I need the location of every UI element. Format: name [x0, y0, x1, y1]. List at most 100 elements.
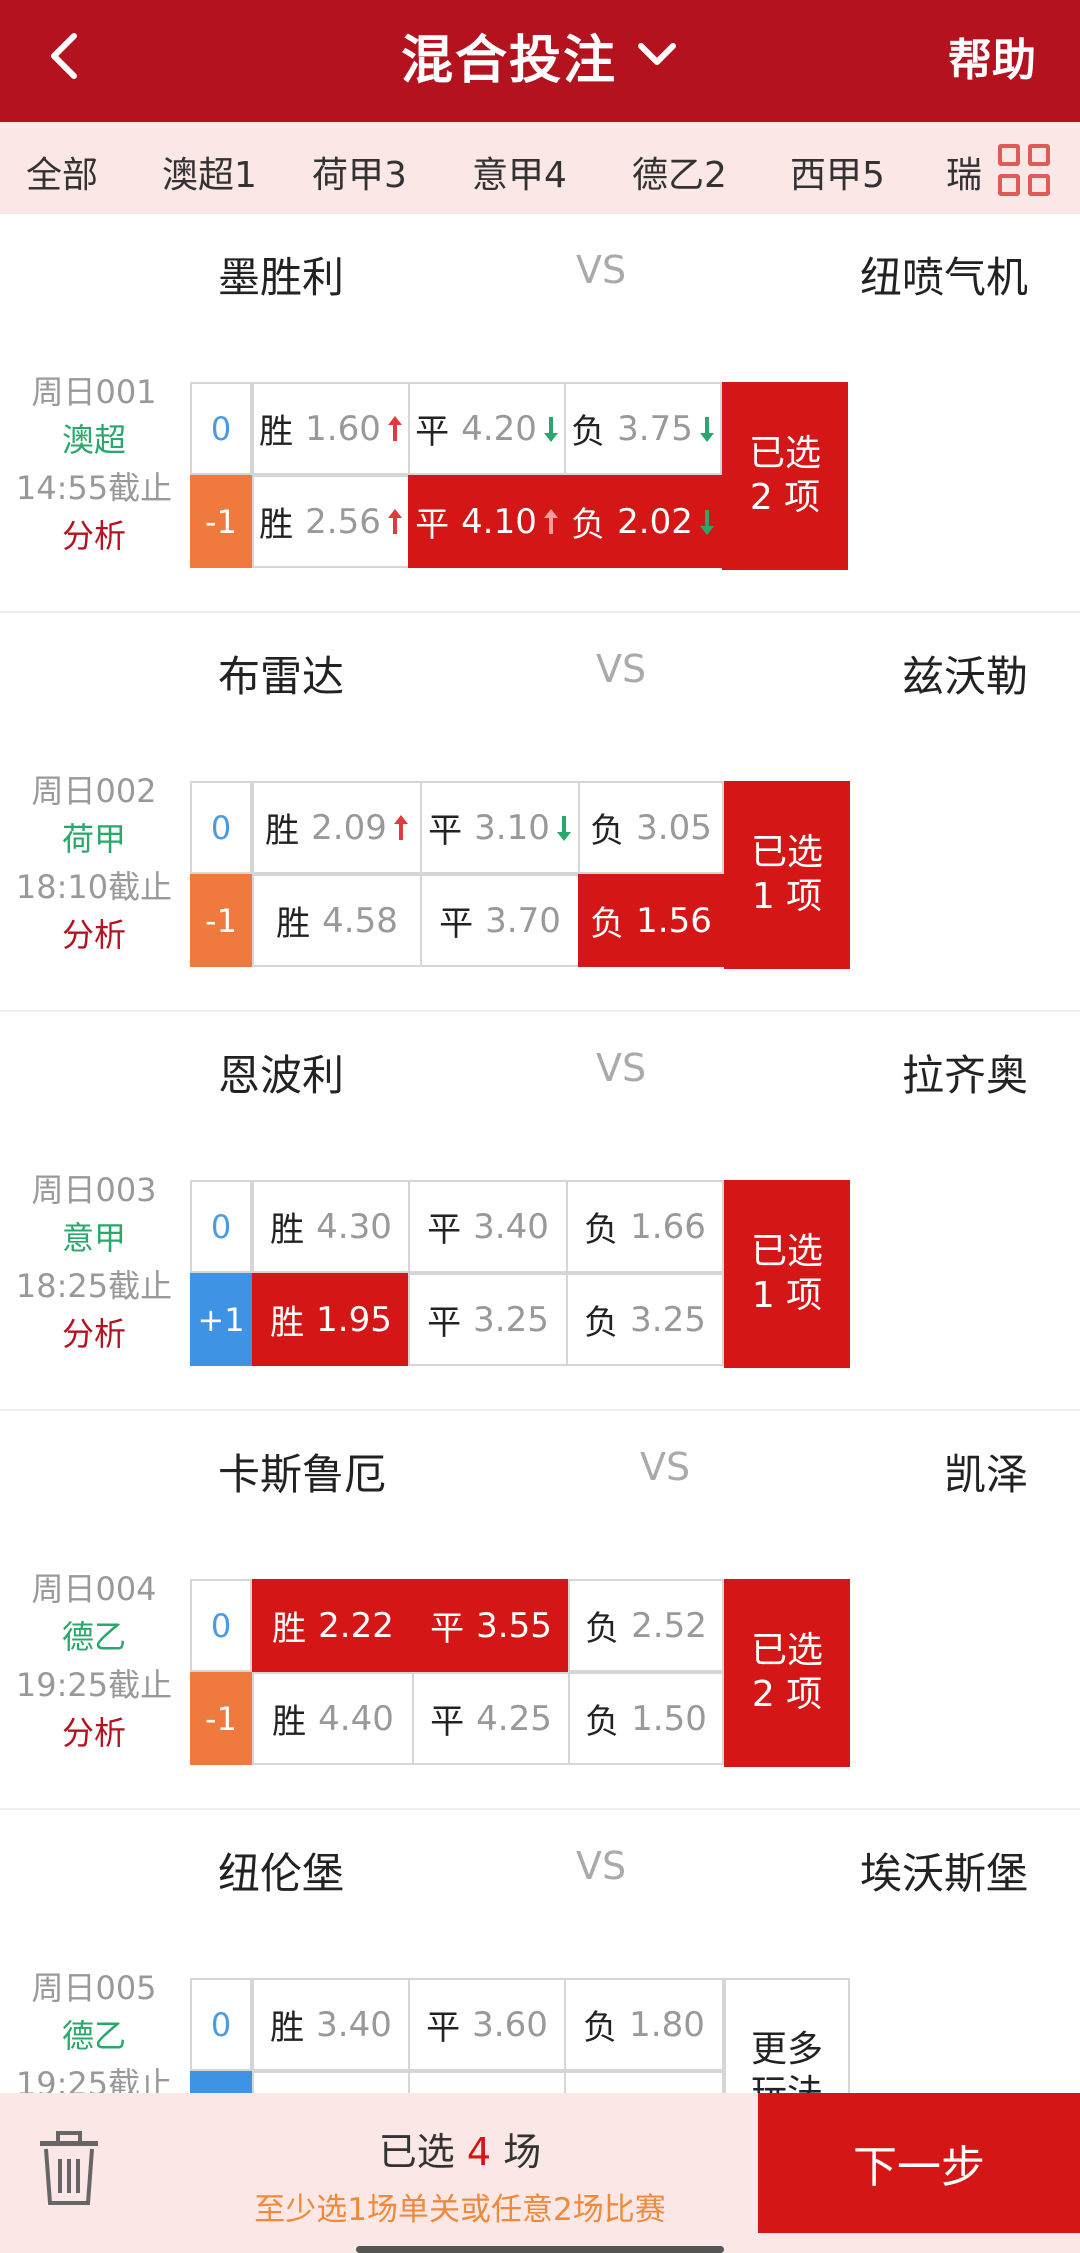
home-team[interactable]: 卡斯鲁厄 [218, 1441, 386, 1502]
odds-cell[interactable]: 平 3.60 [408, 1978, 566, 2071]
odds-value: 4.25 [476, 1698, 552, 1739]
page-title: 混合投注 [400, 30, 617, 91]
selected-summary-button[interactable]: 已选 2 项 [722, 382, 848, 570]
outcome-label: 负 [571, 412, 606, 452]
odds-cell[interactable]: 胜 4.30 [252, 1180, 410, 1273]
away-team[interactable]: 拉齐奥 [902, 1042, 1028, 1103]
tab-la-liga[interactable]: 西甲5 [790, 146, 885, 198]
odds-cell[interactable]: 平 3.10 [420, 781, 580, 874]
odds-value: 1.50 [631, 1698, 707, 1739]
odds-cell[interactable]: 胜 2.09 [252, 781, 422, 874]
odds-up-arrow-icon [543, 508, 558, 534]
odds-down-arrow-icon [699, 416, 714, 442]
tab-all[interactable]: 全部 [26, 146, 98, 198]
odds-cell[interactable]: 负 1.50 [568, 1672, 724, 1765]
vs-label: VS [576, 248, 627, 292]
home-indicator [356, 2246, 724, 2253]
odds-cell[interactable]: 胜 2.56 [252, 475, 410, 568]
odds-cell[interactable]: 胜 4.40 [252, 1672, 414, 1765]
outcome-label: 平 [428, 811, 463, 851]
tab-serie-a[interactable]: 意甲4 [472, 146, 567, 198]
match-info: 周日001 澳超 14:55截止 分析 [0, 368, 188, 560]
odds-value: 3.40 [473, 1206, 549, 1247]
match-number: 周日002 [31, 772, 157, 810]
help-button[interactable]: 帮助 [948, 24, 1036, 88]
handicap-label: +1 [190, 1273, 252, 1366]
outcome-label: 平 [426, 2008, 461, 2048]
odds-value: 2.56 [305, 501, 381, 542]
league-grid-button[interactable] [984, 122, 1080, 214]
odds-cell[interactable]: 负 1.80 [564, 1978, 724, 2071]
odds-cell[interactable]: 胜 1.60 [252, 382, 410, 475]
selected-summary-button[interactable]: 已选 2 项 [724, 1579, 850, 1767]
handicap-label: 0 [190, 1579, 252, 1672]
odds-cell[interactable]: 负 1.56 [578, 874, 724, 967]
league-tabs: 全部 澳超1 荷甲3 意甲4 德乙2 西甲5 瑞 [0, 122, 1080, 214]
odds-grid: 0 胜 1.60 平 4.20 负 3.75 -1 胜 2.56 平 4.10 负 2.02 已选 2 项 [190, 382, 1058, 570]
odds-cell[interactable]: 负 1.66 [566, 1180, 724, 1273]
outcome-label: 平 [430, 1609, 465, 1649]
away-team[interactable]: 纽喷气机 [860, 244, 1028, 305]
away-team[interactable]: 埃沃斯堡 [860, 1840, 1028, 1901]
vs-label: VS [596, 1046, 647, 1090]
tab-2-bundesliga[interactable]: 德乙2 [632, 146, 727, 198]
trash-icon [40, 2131, 98, 2205]
away-team[interactable]: 凯泽 [944, 1441, 1028, 1502]
odds-cell[interactable]: 平 3.55 [412, 1579, 570, 1672]
odds-cell[interactable]: 负 2.02 [564, 475, 722, 568]
handicap-label: 0 [190, 1978, 252, 2071]
odds-cell[interactable]: 平 3.40 [408, 1180, 568, 1273]
odds-cell[interactable]: 负 3.05 [578, 781, 724, 874]
deadline-time: 14:55截止 [15, 469, 173, 507]
title-dropdown[interactable]: 混合投注 [0, 0, 1080, 110]
selected-count: 4 [466, 2130, 492, 2174]
league-name: 德乙 [61, 2017, 126, 2055]
outcome-label: 负 [585, 1702, 620, 1742]
side-label-line2: 2 项 [751, 1674, 823, 1715]
next-step-button[interactable]: 下一步 [758, 2093, 1080, 2233]
match-number: 周日003 [31, 1171, 157, 1209]
away-team[interactable]: 兹沃勒 [902, 643, 1028, 704]
odds-value: 4.30 [316, 1206, 392, 1247]
odds-cell[interactable]: 平 4.25 [412, 1672, 570, 1765]
odds-cell[interactable]: 平 4.10 [408, 475, 566, 568]
odds-down-arrow-icon [556, 815, 571, 841]
odds-value: 3.60 [472, 2004, 548, 2045]
outcome-label: 平 [415, 412, 450, 452]
odds-cell[interactable]: 平 3.25 [408, 1273, 568, 1366]
odds-grid: 0 胜 2.22 平 3.55 负 2.52 -1 胜 4.40 平 4.25 负 1.50 已选 2 项 [190, 1579, 1058, 1767]
selected-summary-button[interactable]: 已选 1 项 [724, 1180, 850, 1368]
tab-a-league[interactable]: 澳超1 [162, 146, 257, 198]
outcome-label: 胜 [270, 1210, 305, 1250]
odds-cell[interactable]: 负 3.25 [566, 1273, 724, 1366]
home-team[interactable]: 墨胜利 [218, 244, 344, 305]
tab-swiss[interactable]: 瑞 [946, 146, 982, 198]
analysis-link[interactable]: 分析 [0, 911, 188, 959]
handicap-label: 0 [190, 781, 252, 874]
home-team[interactable]: 布雷达 [218, 643, 344, 704]
odds-cell[interactable]: 平 3.70 [420, 874, 580, 967]
outcome-label: 平 [430, 1702, 465, 1742]
tab-eredivisie[interactable]: 荷甲3 [312, 146, 407, 198]
analysis-link[interactable]: 分析 [0, 512, 188, 560]
selected-summary-button[interactable]: 已选 1 项 [724, 781, 850, 969]
analysis-link[interactable]: 分析 [0, 1310, 188, 1358]
home-team[interactable]: 恩波利 [218, 1042, 344, 1103]
odds-cell[interactable]: 胜 1.95 [252, 1273, 410, 1366]
vs-label: VS [640, 1445, 691, 1489]
analysis-link[interactable]: 分析 [0, 1709, 188, 1757]
odds-cell[interactable]: 负 2.52 [568, 1579, 724, 1672]
match-number: 周日005 [31, 1969, 157, 2007]
deadline-time: 18:10截止 [15, 868, 173, 906]
outcome-label: 胜 [270, 2008, 305, 2048]
odds-cell[interactable]: 胜 4.58 [252, 874, 422, 967]
odds-cell[interactable]: 胜 3.40 [252, 1978, 410, 2071]
bottom-bar: 已选 4 场 至少选1场单关或任意2场比赛 下一步 [0, 2093, 1080, 2253]
odds-cell[interactable]: 负 3.75 [564, 382, 722, 475]
clear-selection-button[interactable] [34, 2129, 104, 2209]
outcome-label: 胜 [259, 412, 294, 452]
odds-cell[interactable]: 胜 2.22 [252, 1579, 414, 1672]
odds-value: 2.02 [617, 501, 693, 542]
home-team[interactable]: 纽伦堡 [218, 1840, 344, 1901]
odds-cell[interactable]: 平 4.20 [408, 382, 566, 475]
